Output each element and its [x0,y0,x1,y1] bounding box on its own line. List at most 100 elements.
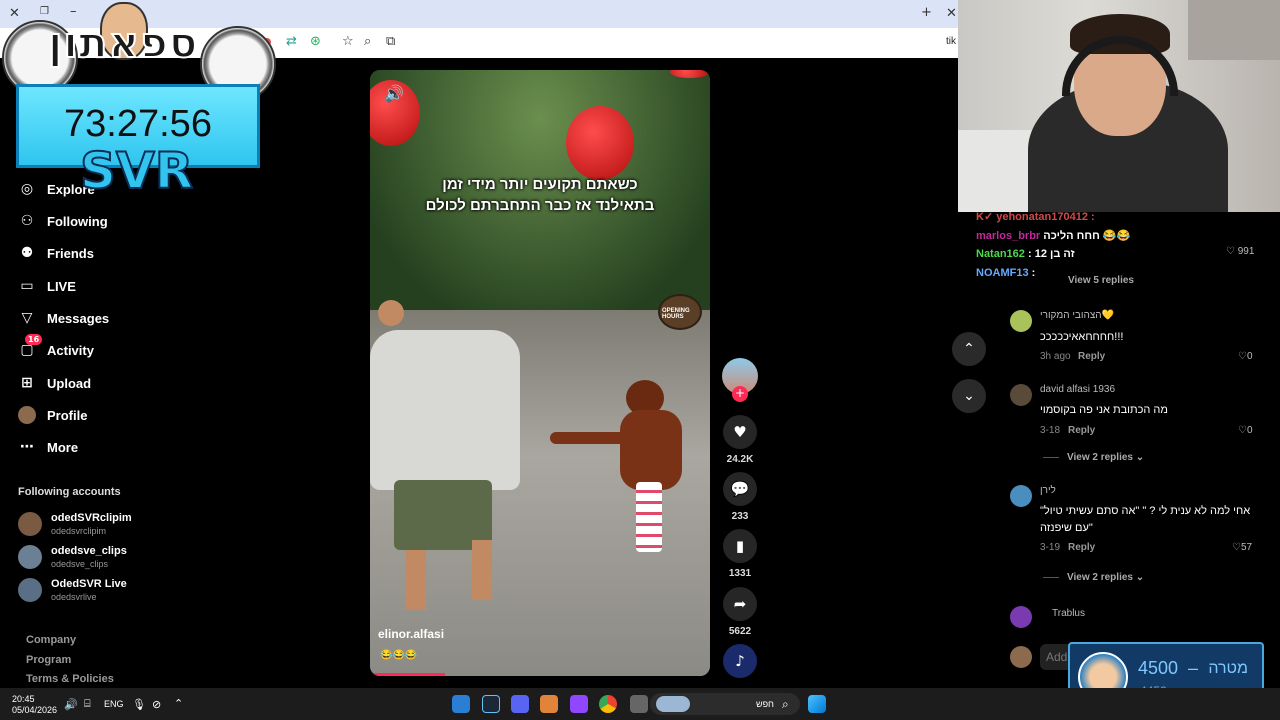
grammar-icon[interactable]: ⊛ [310,34,321,49]
avatar[interactable] [1010,606,1032,628]
view-replies-button[interactable]: View 2 replies ⌄ [1067,452,1144,463]
sidebar-item-label: Upload [47,375,92,391]
install-icon[interactable]: ⧉ [386,34,395,49]
avatar[interactable] [1010,384,1032,406]
divider [1043,457,1059,458]
profile-icon [18,406,36,424]
comments-panel: ♡ 991 View 5 replies הצהובי המקורי💛 חחחח… [998,212,1280,688]
bookmark-star-icon[interactable]: ☆ [342,34,354,49]
upload-icon: ⊞ [21,375,33,391]
task-view-icon[interactable] [630,695,648,713]
activity-badge: 16 [25,334,43,345]
sidebar-item-friends[interactable]: ⚉ Friends [18,241,94,265]
discord-icon[interactable] [511,695,529,713]
comment-author[interactable]: הצהובי המקורי💛 [1040,310,1114,321]
comment-text: חחחחאאיכככככ!!! [1040,331,1124,343]
telegram-icon[interactable] [452,695,470,713]
follow-plus-icon[interactable]: + [732,386,748,402]
twitch-icon[interactable] [570,695,588,713]
sound-icon[interactable]: 🔊 [384,84,404,103]
heart-icon: ♥ [723,415,757,449]
video-player[interactable]: OPENING HOURS 🔊 כשאתם תקועים יותר מידי ז… [370,70,710,676]
taskbar-time[interactable]: 20:45 [12,694,35,704]
comment-date: 3-18 [1040,425,1061,436]
creator-avatar[interactable]: + [722,358,758,402]
view-replies-button[interactable]: View 2 replies ⌄ [1067,572,1144,583]
reply-button[interactable]: Reply [1078,351,1105,362]
comment-like-count[interactable]: ♡ 991 [1226,246,1254,257]
avatar[interactable] [1010,310,1032,332]
microphone-icon[interactable]: 🎙 [132,698,146,711]
comment-like[interactable]: ♡57 [1232,542,1252,553]
orangutan-pants [636,482,662,552]
sidebar-item-more[interactable]: ⋯ More [18,435,78,459]
chevron-up-icon[interactable]: ⌃ [174,697,183,710]
bookmark-icon: ▮ [723,529,757,563]
comment-author[interactable]: לירן [1040,485,1056,496]
windows-start-icon[interactable] [808,695,826,713]
sidebar-item-upload[interactable]: ⊞ Upload [18,371,91,395]
man-shirt [370,330,520,490]
footer-link-company[interactable]: Company [26,634,76,646]
shelf [1188,0,1280,60]
following-account[interactable]: odedsve_clips odedsve_clips [18,542,127,572]
save-button[interactable]: ▮ 1331 [722,529,758,579]
view-replies-button[interactable]: View 5 replies [1068,275,1134,286]
avatar[interactable] [1010,485,1032,507]
caption-line: בתאילנד אז כבר התחברתם לכולם [425,197,655,214]
steam-icon[interactable] [482,695,500,713]
sidebar-item-label: Following [47,213,108,229]
comment-text: מה הכתובת אני פה בקוסמוי [1040,404,1168,416]
following-account[interactable]: OdedSVR Live odedsvrlive [18,575,127,605]
sidebar-item-live[interactable]: ▭ LIVE [18,274,76,298]
comment-author[interactable]: Trablus [1052,608,1085,619]
sidebar-item-messages[interactable]: ▽ Messages [18,306,110,330]
close-tab-icon[interactable]: ✕ [946,6,957,21]
following-accounts-title: Following accounts [18,486,121,498]
reply-button[interactable]: Reply [1068,425,1095,436]
comment-date: 3h ago [1040,351,1071,362]
share-count: 5622 [728,626,752,637]
comment-button[interactable]: 💬 233 [722,472,758,522]
translate-icon[interactable]: ⇄ [286,34,297,49]
video-progress-bar[interactable] [370,673,445,676]
language-indicator[interactable]: ENG [104,699,124,709]
comment-icon: 💬 [723,472,757,506]
man-head [378,300,404,326]
like-button[interactable]: ♥ 24.2K [722,415,758,465]
footer-link-program[interactable]: Program [26,654,71,666]
music-disc[interactable]: ♪ [722,644,758,678]
sidebar-item-following[interactable]: ⚇ Following [18,209,108,233]
taskbar-date[interactable]: 05/04/2026 [12,705,57,715]
footer-link-terms[interactable]: Terms & Policies [26,673,114,685]
previous-video-button[interactable]: ⌃ [952,332,986,366]
comment-date: 3-19 [1040,542,1061,553]
chrome-icon[interactable] [599,695,617,713]
share-button[interactable]: ➦ 5622 [722,587,758,637]
music-disc-icon: ♪ [723,644,757,678]
video-author[interactable]: elinor.alfasi [378,627,444,641]
zoom-icon[interactable]: ⌕ [364,34,371,49]
url-text[interactable]: tik [946,36,956,47]
sidebar-item-activity[interactable]: ▢ 16 Activity [18,334,94,362]
volume-icon[interactable]: 🔊 [64,698,78,711]
svr-logo: SVR [79,141,194,201]
account-name: odedSVRclipim [51,512,132,524]
app-icon[interactable] [540,695,558,713]
sidebar-item-profile[interactable]: Profile [18,403,87,427]
comment-author[interactable]: david alfasi 1936 [1040,384,1115,395]
goal-target: 4500 [1138,658,1179,678]
activity-icon: ▢ 16 [18,334,43,359]
like-count: 24.2K [726,454,754,465]
following-account[interactable]: odedSVRclipim odedsvrclipim [18,509,132,539]
new-tab-icon[interactable]: + [921,5,932,20]
next-video-button[interactable]: ⌄ [952,379,986,413]
chat-message: Natan162 : זה בן 12 [976,248,1075,260]
notifications-off-icon[interactable]: ⊘ [152,698,161,711]
chat-message: K✓ yehonatan170412 : [976,211,1095,223]
comment-like[interactable]: ♡0 [1238,425,1253,436]
comment-like[interactable]: ♡0 [1238,351,1253,362]
reply-button[interactable]: Reply [1068,542,1095,553]
network-icon[interactable]: ⌸ [84,698,91,711]
taskbar-search[interactable]: חפש ⌕ [650,693,800,715]
